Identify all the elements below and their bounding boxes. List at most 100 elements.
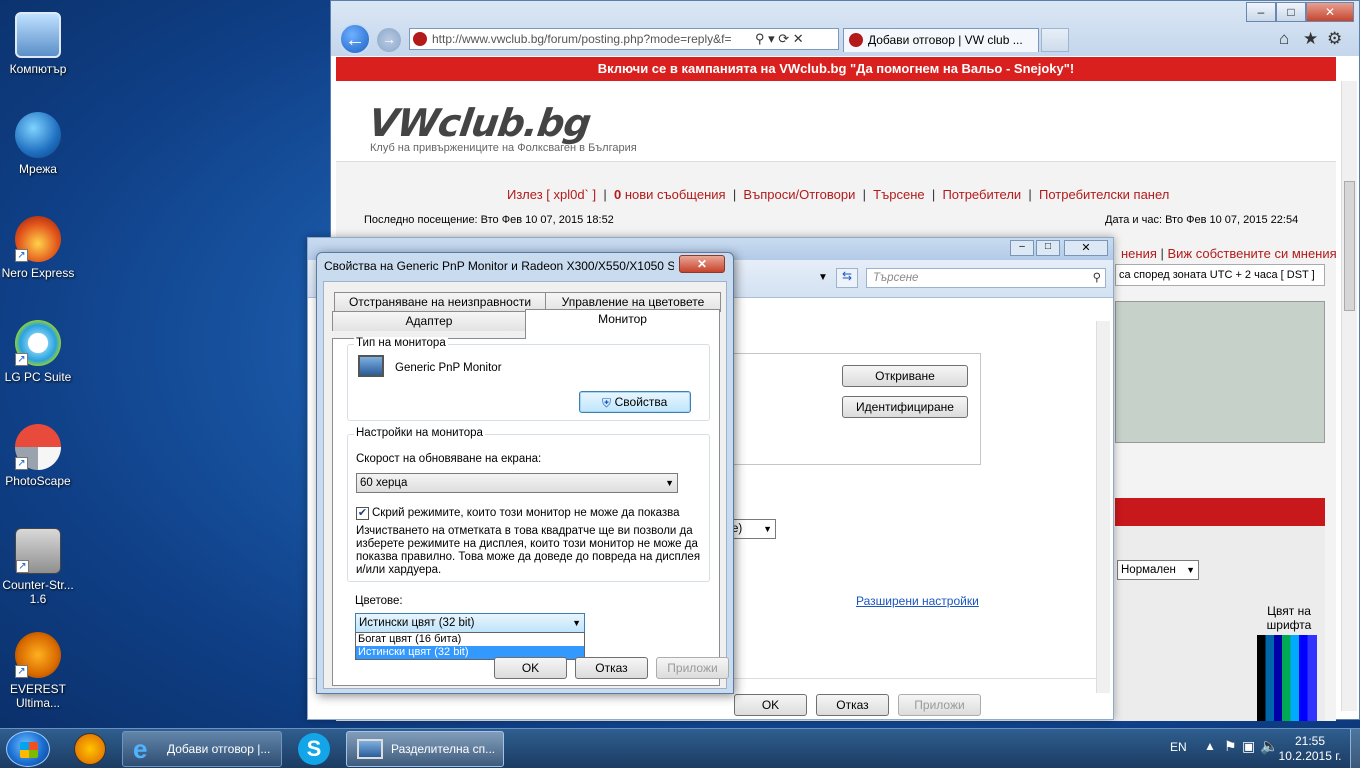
colors-value: Истински цвят (32 bit) bbox=[359, 617, 475, 629]
language-indicator[interactable]: EN bbox=[1170, 740, 1187, 754]
favorites-star-icon[interactable]: ★ bbox=[1303, 29, 1318, 49]
desktop-icon-label: PhotoScape bbox=[5, 474, 71, 488]
monitor-settings-group: Настройки на монитора Скорост на обновяв… bbox=[347, 427, 710, 582]
monitor-properties-button[interactable]: ⛨ Свойства bbox=[579, 391, 691, 413]
volume-icon[interactable]: 🔈 bbox=[1260, 737, 1279, 755]
desktop-icon-network[interactable]: Мрежа bbox=[0, 112, 76, 176]
taskbar-item-display-settings[interactable]: Разделителна сп... bbox=[346, 731, 504, 767]
font-size-value: Нормален bbox=[1121, 564, 1176, 576]
desktop-icon-photoscape[interactable]: ↗ PhotoScape bbox=[0, 424, 76, 488]
refresh-icon[interactable]: ⇆ bbox=[836, 268, 858, 288]
display-settings-scrollbar[interactable] bbox=[1096, 321, 1110, 693]
hide-modes-checkbox[interactable]: ✔ bbox=[356, 507, 369, 520]
tab-active[interactable]: Добави отговор | VW club ... bbox=[843, 28, 1039, 52]
minimize-button[interactable]: – bbox=[1010, 240, 1034, 256]
desktop-icon-counter-strike[interactable]: ↗ Counter-Str... 1.6 bbox=[0, 528, 76, 606]
dropdown-arrow-icon: ▼ bbox=[763, 524, 772, 534]
search-icon: ⚲ bbox=[1092, 272, 1101, 284]
monitor-name: Generic PnP Monitor bbox=[395, 362, 502, 374]
dropdown-arrow-icon: ▼ bbox=[1186, 565, 1195, 575]
minimize-button[interactable]: – bbox=[1246, 2, 1276, 22]
close-button[interactable]: ✕ bbox=[1064, 240, 1108, 256]
taskbar-item-browser[interactable]: e Добави отговор |... bbox=[122, 731, 282, 767]
colors-select[interactable]: Истински цвят (32 bit) ▼ bbox=[355, 613, 585, 633]
tab-troubleshoot[interactable]: Отстраняване на неизправности bbox=[334, 292, 546, 312]
refresh-rate-value: 60 херца bbox=[360, 477, 408, 489]
post-preview-area bbox=[1115, 301, 1325, 443]
refresh-rate-select[interactable]: 60 херца ▼ bbox=[356, 473, 678, 493]
start-button[interactable] bbox=[6, 731, 50, 767]
tray-expand-icon[interactable]: ▲ bbox=[1204, 739, 1216, 753]
view-posts-link-partial[interactable]: нения bbox=[1121, 246, 1157, 261]
tab-monitor[interactable]: Монитор bbox=[525, 309, 720, 339]
maximize-button[interactable]: □ bbox=[1276, 2, 1306, 22]
user-panel-link[interactable]: Потребителски панел bbox=[1039, 187, 1169, 202]
site-logo[interactable]: VWclub.bg bbox=[366, 101, 593, 145]
font-color-palette[interactable] bbox=[1257, 635, 1317, 721]
site-favicon-icon bbox=[413, 32, 427, 46]
logout-link[interactable]: Излез [ xpl0d` ] bbox=[507, 187, 596, 202]
new-messages-link[interactable]: нови съобщения bbox=[621, 187, 726, 202]
pinned-app-icon[interactable] bbox=[74, 733, 106, 765]
users-link[interactable]: Потребители bbox=[942, 187, 1021, 202]
colors-option[interactable]: Богат цвят (16 бита) bbox=[356, 633, 584, 646]
browser-scrollbar[interactable] bbox=[1341, 81, 1357, 711]
colors-label: Цветове: bbox=[355, 595, 403, 607]
show-desktop-button[interactable] bbox=[1350, 729, 1360, 768]
faq-link[interactable]: Въпроси/Отговори bbox=[743, 187, 855, 202]
action-center-flag-icon[interactable]: ⚑ bbox=[1224, 738, 1237, 755]
network-icon bbox=[15, 112, 61, 158]
cancel-button[interactable]: Отказ bbox=[816, 694, 889, 716]
desktop-icon-everest[interactable]: ↗ EVEREST Ultima... bbox=[0, 632, 76, 710]
shortcut-arrow-icon: ↗ bbox=[15, 249, 28, 262]
ok-button[interactable]: OK bbox=[494, 657, 567, 679]
home-icon[interactable]: ⌂ bbox=[1279, 29, 1289, 49]
control-panel-search-input[interactable]: Търсене ⚲ bbox=[866, 268, 1106, 288]
address-tools-icon[interactable]: ⚲ ▾ ⟳ ✕ bbox=[755, 31, 804, 47]
clock[interactable]: 21:55 10.2.2015 г. bbox=[1278, 734, 1342, 764]
new-tab-button[interactable] bbox=[1041, 28, 1069, 52]
clock-date: 10.2.2015 г. bbox=[1278, 749, 1342, 763]
hide-modes-note: Изчистването на отметката в това квадрат… bbox=[356, 525, 701, 576]
settings-gear-icon[interactable]: ⚙ bbox=[1327, 29, 1342, 49]
apply-button[interactable]: Приложи bbox=[898, 694, 981, 716]
monitor-type-label: Тип на монитора bbox=[354, 337, 448, 349]
monitor-tab-panel: Тип на монитора Generic PnP Monitor ⛨ Св… bbox=[332, 337, 729, 686]
network-tray-icon[interactable]: ▣ bbox=[1242, 738, 1255, 755]
last-visit-text: Последно посещение: Вто Фев 10 07, 2015 … bbox=[364, 214, 614, 226]
skype-icon[interactable]: S bbox=[298, 733, 330, 765]
desktop-icon-computer[interactable]: Компютър bbox=[0, 12, 76, 76]
tab-adapter[interactable]: Адаптер bbox=[332, 311, 526, 331]
hide-modes-label: Скрий режимите, които този монитор не мо… bbox=[372, 507, 680, 519]
nero-icon: ↗ bbox=[15, 216, 61, 262]
forward-button[interactable]: → bbox=[377, 28, 401, 52]
scrollbar-thumb[interactable] bbox=[1344, 181, 1355, 311]
identify-button[interactable]: Идентифициране bbox=[842, 396, 968, 418]
ok-button[interactable]: OK bbox=[734, 694, 807, 716]
desktop-icon-label: LG PC Suite bbox=[4, 370, 72, 384]
close-button[interactable]: ✕ bbox=[679, 255, 725, 273]
search-placeholder: Търсене bbox=[873, 272, 919, 284]
desktop-icon-lg-pc-suite[interactable]: ↗ LG PC Suite bbox=[0, 320, 76, 384]
advanced-settings-link[interactable]: Разширени настройки bbox=[856, 594, 979, 608]
own-posts-link[interactable]: Виж собствените си мнения bbox=[1168, 246, 1337, 261]
font-size-select[interactable]: Нормален ▼ bbox=[1117, 560, 1199, 580]
properties-button-label: Свойства bbox=[614, 395, 668, 409]
shortcut-arrow-icon: ↗ bbox=[15, 665, 28, 678]
maximize-button[interactable]: □ bbox=[1036, 240, 1060, 256]
back-button[interactable]: ← bbox=[339, 23, 371, 55]
browser-toolbar: – □ ✕ ← → http://www.vwclub.bg/forum/pos… bbox=[331, 1, 1359, 56]
counter-strike-icon: ↗ bbox=[15, 528, 61, 574]
dropdown-arrow-icon: ▼ bbox=[572, 618, 581, 628]
close-button[interactable]: ✕ bbox=[1306, 2, 1354, 22]
detect-button[interactable]: Откриване bbox=[842, 365, 968, 387]
desktop-icon-nero[interactable]: ↗ Nero Express bbox=[0, 216, 76, 280]
orientation-select-partial[interactable]: е) ▼ bbox=[728, 519, 776, 539]
apply-button[interactable]: Приложи bbox=[656, 657, 729, 679]
breadcrumb-dropdown-icon[interactable]: ▼ bbox=[818, 272, 828, 283]
shortcut-arrow-icon: ↗ bbox=[15, 457, 28, 470]
cancel-button[interactable]: Отказ bbox=[575, 657, 648, 679]
desktop-icon-label: Counter-Str... 1.6 bbox=[2, 578, 74, 606]
search-link[interactable]: Търсене bbox=[873, 187, 924, 202]
campaign-banner[interactable]: Включи се в кампанията на VWclub.bg "Да … bbox=[336, 57, 1336, 81]
